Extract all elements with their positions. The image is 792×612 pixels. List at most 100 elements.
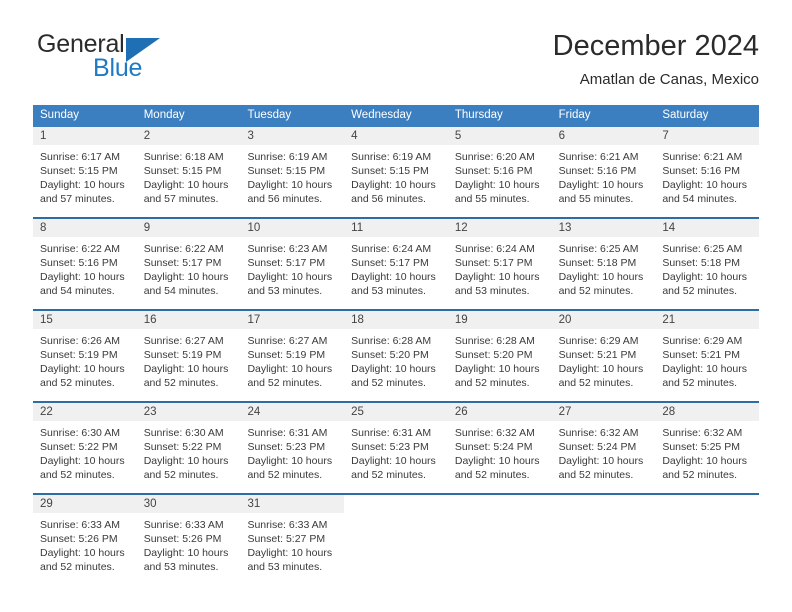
day-sunrise-text: Sunrise: 6:19 AM [351, 151, 432, 163]
weekday-header-wednesday: Wednesday [351, 109, 412, 121]
day-number: 20 [551, 311, 656, 329]
weekday-header-monday: Monday [143, 109, 185, 121]
day-number: 21 [655, 311, 760, 329]
day-cell-19[interactable]: 19 Sunrise: 6:28 AM Sunset: 5:20 PM Dayligh… [447, 311, 552, 390]
day-daylight1-text: Daylight: 10 hours [558, 179, 644, 191]
day-details: Sunrise: 6:24 AM Sunset: 5:17 PM Daylight:… [344, 237, 448, 298]
day-sunset-text: Sunset: 5:22 PM [40, 441, 118, 453]
day-details: Sunrise: 6:29 AM Sunset: 5:21 PM Daylight:… [552, 329, 656, 390]
day-sunrise-text: Sunrise: 6:18 AM [143, 151, 224, 163]
day-cell-11[interactable]: 11 Sunrise: 6:24 AM Sunset: 5:17 PM Dayligh… [344, 219, 448, 298]
general-blue-logo[interactable]: General Blue [33, 28, 273, 88]
day-number [655, 495, 760, 513]
day-sunset-text: Sunset: 5:19 PM [247, 349, 326, 361]
day-cell-24[interactable]: 24 Sunrise: 6:31 AM Sunset: 5:23 PM Dayligh… [240, 403, 345, 482]
day-cell-27[interactable]: 27 Sunrise: 6:32 AM Sunset: 5:24 PM Dayligh… [551, 403, 656, 482]
day-details: Sunrise: 6:33 AM Sunset: 5:26 PM Daylight:… [33, 513, 137, 574]
day-number: 8 [33, 219, 137, 237]
day-daylight2-text: and 54 minutes. [143, 285, 219, 297]
day-sunset-text: Sunset: 5:17 PM [247, 257, 326, 269]
day-cell-21[interactable]: 21 Sunrise: 6:29 AM Sunset: 5:21 PM Dayligh… [655, 311, 760, 390]
day-cell-10[interactable]: 10 Sunrise: 6:23 AM Sunset: 5:17 PM Dayligh… [240, 219, 345, 298]
day-sunset-text: Sunset: 5:21 PM [662, 349, 740, 361]
day-sunrise-text: Sunrise: 6:19 AM [247, 151, 328, 163]
day-sunset-text: Sunset: 5:18 PM [558, 257, 637, 269]
day-sunset-text: Sunset: 5:16 PM [662, 165, 740, 177]
day-cell-4[interactable]: 4 Sunrise: 6:19 AM Sunset: 5:15 PM Daylight… [344, 127, 448, 206]
day-sunrise-text: Sunrise: 6:29 AM [558, 335, 639, 347]
day-sunrise-text: Sunrise: 6:21 AM [558, 151, 639, 163]
day-details: Sunrise: 6:25 AM Sunset: 5:18 PM Daylight:… [552, 237, 656, 298]
day-sunrise-text: Sunrise: 6:28 AM [454, 335, 535, 347]
day-daylight2-text: and 56 minutes. [247, 193, 323, 205]
day-daylight1-text: Daylight: 10 hours [40, 455, 125, 467]
day-details: Sunrise: 6:32 AM Sunset: 5:25 PM Daylight:… [655, 421, 759, 482]
day-cell-5[interactable]: 5 Sunrise: 6:20 AM Sunset: 5:16 PM Daylight… [447, 127, 552, 206]
day-daylight1-text: Daylight: 10 hours [351, 363, 436, 375]
day-daylight1-text: Daylight: 10 hours [247, 547, 333, 559]
day-sunrise-text: Sunrise: 6:27 AM [247, 335, 328, 347]
day-number: 4 [344, 127, 448, 145]
day-cell-1[interactable]: 1 Sunrise: 6:17 AM Sunset: 5:15 PM Daylight… [33, 127, 137, 206]
day-cell-22[interactable]: 22 Sunrise: 6:30 AM Sunset: 5:22 PM Dayligh… [33, 403, 137, 482]
day-daylight2-text: and 53 minutes. [351, 285, 426, 297]
day-cell-9[interactable]: 9 Sunrise: 6:22 AM Sunset: 5:17 PM Daylight… [136, 219, 241, 298]
day-cell-8[interactable]: 8 Sunrise: 6:22 AM Sunset: 5:16 PM Daylight… [33, 219, 137, 298]
day-daylight1-text: Daylight: 10 hours [143, 363, 229, 375]
week-spacer [33, 482, 759, 493]
day-sunset-text: Sunset: 5:18 PM [662, 257, 740, 269]
day-sunset-text: Sunset: 5:20 PM [454, 349, 533, 361]
day-sunrise-text: Sunrise: 6:21 AM [662, 151, 743, 163]
day-cell-23[interactable]: 23 Sunrise: 6:30 AM Sunset: 5:22 PM Dayligh… [136, 403, 241, 482]
day-sunset-text: Sunset: 5:21 PM [558, 349, 637, 361]
day-sunset-text: Sunset: 5:15 PM [247, 165, 326, 177]
day-cell-18[interactable]: 18 Sunrise: 6:28 AM Sunset: 5:20 PM Dayligh… [344, 311, 448, 390]
day-daylight2-text: and 52 minutes. [40, 469, 115, 481]
day-sunset-text: Sunset: 5:17 PM [454, 257, 533, 269]
day-number [344, 495, 448, 513]
day-sunset-text: Sunset: 5:24 PM [558, 441, 637, 453]
calendar-page: General Blue December 2024 Amatlan de Ca… [0, 0, 792, 612]
day-cell-25[interactable]: 25 Sunrise: 6:31 AM Sunset: 5:23 PM Dayligh… [344, 403, 448, 482]
day-cell-28[interactable]: 28 Sunrise: 6:32 AM Sunset: 5:25 PM Dayligh… [655, 403, 760, 482]
day-cell-16[interactable]: 16 Sunrise: 6:27 AM Sunset: 5:19 PM Dayligh… [136, 311, 241, 390]
day-daylight2-text: and 53 minutes. [247, 285, 323, 297]
day-number: 27 [551, 403, 656, 421]
day-number: 12 [447, 219, 552, 237]
day-cell-15[interactable]: 15 Sunrise: 6:26 AM Sunset: 5:19 PM Dayligh… [33, 311, 137, 390]
day-details: Sunrise: 6:32 AM Sunset: 5:24 PM Daylight:… [448, 421, 552, 482]
day-sunrise-text: Sunrise: 6:22 AM [40, 243, 120, 255]
day-cell-29[interactable]: 29 Sunrise: 6:33 AM Sunset: 5:26 PM Dayligh… [33, 495, 137, 574]
day-details: Sunrise: 6:28 AM Sunset: 5:20 PM Daylight:… [344, 329, 448, 390]
day-details: Sunrise: 6:33 AM Sunset: 5:27 PM Daylight:… [240, 513, 344, 574]
day-details: Sunrise: 6:18 AM Sunset: 5:15 PM Daylight:… [137, 145, 241, 206]
day-cell-3[interactable]: 3 Sunrise: 6:19 AM Sunset: 5:15 PM Daylight… [240, 127, 345, 206]
day-number: 18 [344, 311, 448, 329]
day-daylight2-text: and 52 minutes. [247, 377, 323, 389]
day-cell-6[interactable]: 6 Sunrise: 6:21 AM Sunset: 5:16 PM Daylight… [551, 127, 656, 206]
day-details: Sunrise: 6:31 AM Sunset: 5:23 PM Daylight:… [344, 421, 448, 482]
day-daylight2-text: and 52 minutes. [558, 285, 634, 297]
day-daylight1-text: Daylight: 10 hours [454, 271, 540, 283]
day-daylight2-text: and 57 minutes. [143, 193, 219, 205]
day-daylight1-text: Daylight: 10 hours [143, 179, 229, 191]
day-cell-31[interactable]: 31 Sunrise: 6:33 AM Sunset: 5:27 PM Dayligh… [240, 495, 345, 574]
day-details: Sunrise: 6:21 AM Sunset: 5:16 PM Daylight:… [655, 145, 759, 206]
day-cell-12[interactable]: 12 Sunrise: 6:24 AM Sunset: 5:17 PM Dayligh… [447, 219, 552, 298]
day-cell-2[interactable]: 2 Sunrise: 6:18 AM Sunset: 5:15 PM Daylight… [136, 127, 241, 206]
day-cell-17[interactable]: 17 Sunrise: 6:27 AM Sunset: 5:19 PM Dayligh… [240, 311, 345, 390]
day-daylight2-text: and 53 minutes. [143, 561, 219, 573]
day-number: 5 [447, 127, 552, 145]
day-cell-20[interactable]: 20 Sunrise: 6:29 AM Sunset: 5:21 PM Dayligh… [551, 311, 656, 390]
day-daylight2-text: and 52 minutes. [454, 377, 530, 389]
day-number: 10 [240, 219, 345, 237]
day-sunset-text: Sunset: 5:26 PM [143, 533, 222, 545]
day-cell-26[interactable]: 26 Sunrise: 6:32 AM Sunset: 5:24 PM Dayligh… [447, 403, 552, 482]
day-details: Sunrise: 6:29 AM Sunset: 5:21 PM Daylight:… [655, 329, 759, 390]
day-cell-14[interactable]: 14 Sunrise: 6:25 AM Sunset: 5:18 PM Dayligh… [655, 219, 760, 298]
day-cell-13[interactable]: 13 Sunrise: 6:25 AM Sunset: 5:18 PM Dayligh… [551, 219, 656, 298]
day-cell-7[interactable]: 7 Sunrise: 6:21 AM Sunset: 5:16 PM Daylight… [655, 127, 760, 206]
day-cell-30[interactable]: 30 Sunrise: 6:33 AM Sunset: 5:26 PM Dayligh… [136, 495, 241, 574]
day-number: 24 [240, 403, 345, 421]
calendar-week-row: 22 Sunrise: 6:30 AM Sunset: 5:22 PM Dayligh… [33, 401, 760, 482]
